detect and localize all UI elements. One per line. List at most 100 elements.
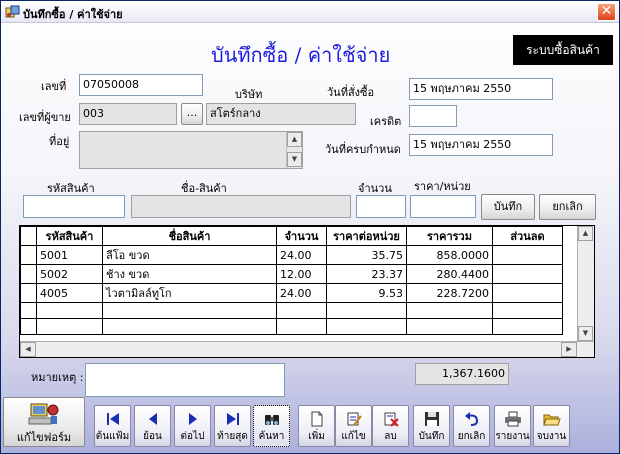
row-selector[interactable] — [20, 264, 37, 284]
scroll-right-icon[interactable]: ▶ — [561, 342, 577, 357]
cell-total[interactable]: 280.4400 — [406, 264, 493, 284]
row-selector[interactable] — [20, 318, 37, 335]
edit-document-icon — [347, 412, 362, 426]
search-button[interactable]: ค้นหา — [253, 405, 290, 447]
credit-field[interactable] — [409, 105, 457, 127]
col-header-qty[interactable]: จำนวน — [276, 226, 327, 246]
cell-unit-price[interactable]: 23.37 — [326, 264, 407, 284]
remarks-field[interactable] — [85, 363, 285, 397]
due-date-field[interactable]: 15 พฤษภาคม 2550 — [409, 134, 553, 156]
cell-qty[interactable]: 24.00 — [276, 245, 327, 265]
edit-form-button[interactable]: แก้ไขฟอร์ม — [3, 397, 85, 447]
exit-button[interactable]: จบงาน — [533, 405, 570, 447]
cell-code[interactable]: 5002 — [36, 264, 103, 284]
save-button[interactable]: บันทึก — [413, 405, 450, 447]
grid-horizontal-scrollbar[interactable]: ◀ ▶ — [20, 341, 594, 357]
col-header-unit-price[interactable]: ราคาต่อหน่วย — [326, 226, 407, 246]
cell-discount[interactable] — [492, 283, 563, 303]
previous-record-icon — [148, 413, 157, 425]
order-date-field[interactable]: 15 พฤษภาคม 2550 — [409, 78, 553, 100]
address-scrollbar[interactable]: ▲ ▼ — [286, 132, 302, 168]
scroll-down-icon[interactable]: ▼ — [287, 152, 302, 167]
total-amount: 1,367.1600 — [415, 363, 509, 385]
table-row[interactable]: 5001 ลีโอ ขวด 24.00 35.75 858.0000 — [20, 245, 563, 265]
edit-button[interactable]: แก้ไข — [335, 405, 372, 447]
scroll-up-icon[interactable]: ▲ — [578, 226, 593, 241]
computer-icon — [28, 403, 59, 425]
cancel-button[interactable]: ยกเลิก — [453, 405, 490, 447]
previous-record-label: ย้อน — [143, 431, 162, 442]
doc-no-field[interactable]: 07050008 — [79, 74, 203, 96]
items-table: รหัสสินค้า ชื่อสินค้า จำนวน ราคาต่อหน่วย… — [20, 226, 563, 335]
cell-qty[interactable] — [276, 318, 327, 335]
first-record-button[interactable]: ต้นแฟ้ม — [94, 405, 131, 447]
floppy-disk-icon — [424, 412, 439, 426]
qty-field[interactable] — [356, 195, 406, 218]
unit-price-field[interactable] — [410, 195, 476, 218]
entry-cancel-button[interactable]: ยกเลิก — [539, 194, 596, 220]
table-row[interactable] — [20, 318, 563, 335]
scroll-down-icon[interactable]: ▼ — [578, 326, 593, 341]
scroll-left-icon[interactable]: ◀ — [20, 342, 36, 357]
title-bar: บันทึกซื้อ / ค่าใช้จ่าย ✕ — [1, 1, 619, 23]
delete-label: ลบ — [384, 431, 397, 442]
cell-unit-price[interactable]: 35.75 — [326, 245, 407, 265]
scroll-up-icon[interactable]: ▲ — [287, 132, 302, 147]
cell-code[interactable] — [36, 302, 103, 319]
grid-header-row: รหัสสินค้า ชื่อสินค้า จำนวน ราคาต่อหน่วย… — [20, 226, 563, 246]
col-header-code[interactable]: รหัสสินค้า — [36, 226, 103, 246]
add-button[interactable]: เพิ่ม — [298, 405, 335, 447]
cell-total[interactable]: 858.0000 — [406, 245, 493, 265]
product-code-field[interactable] — [23, 195, 125, 218]
save-label: บันทึก — [418, 431, 445, 442]
cell-name[interactable]: ช้าง ขวด — [102, 264, 277, 284]
cell-total[interactable]: 228.7200 — [406, 283, 493, 303]
cell-code[interactable] — [36, 318, 103, 335]
items-grid[interactable]: รหัสสินค้า ชื่อสินค้า จำนวน ราคาต่อหน่วย… — [19, 225, 595, 358]
cell-discount[interactable] — [492, 264, 563, 284]
cell-discount[interactable] — [492, 318, 563, 335]
cell-total[interactable] — [406, 318, 493, 335]
cell-unit-price[interactable]: 9.53 — [326, 283, 407, 303]
row-selector[interactable] — [20, 302, 37, 319]
table-row[interactable] — [20, 302, 563, 319]
cell-name[interactable]: ลีโอ ขวด — [102, 245, 277, 265]
last-record-button[interactable]: ท้ายสุด — [214, 405, 251, 447]
previous-record-button[interactable]: ย้อน — [134, 405, 171, 447]
delete-button[interactable]: ลบ — [372, 405, 409, 447]
col-header-name[interactable]: ชื่อสินค้า — [102, 226, 277, 246]
cell-name[interactable] — [102, 302, 277, 319]
cell-unit-price[interactable] — [326, 302, 407, 319]
close-button[interactable]: ✕ — [597, 3, 616, 21]
report-button[interactable]: รายงาน — [494, 405, 531, 447]
cell-name[interactable]: ไวตามิลล์ทูโก — [102, 283, 277, 303]
vendor-no-field[interactable]: 003 — [79, 103, 177, 125]
table-row[interactable]: 5002 ช้าง ขวด 12.00 23.37 280.4400 — [20, 264, 563, 284]
cell-qty[interactable]: 24.00 — [276, 283, 327, 303]
cell-name[interactable] — [102, 318, 277, 335]
table-row[interactable]: 4005 ไวตามิลล์ทูโก 24.00 9.53 228.7200 — [20, 283, 563, 303]
cell-qty[interactable]: 12.00 — [276, 264, 327, 284]
product-name-field[interactable] — [131, 195, 351, 218]
first-record-icon — [106, 413, 119, 425]
vendor-name-field[interactable]: สโตร์กลาง — [206, 103, 356, 125]
row-selector[interactable] — [20, 283, 37, 303]
cell-discount[interactable] — [492, 245, 563, 265]
next-record-button[interactable]: ต่อไป — [174, 405, 211, 447]
new-document-icon — [311, 411, 322, 427]
grid-vertical-scrollbar[interactable]: ▲ ▼ — [577, 226, 594, 341]
col-header-discount[interactable]: ส่วนลด — [492, 226, 563, 246]
cell-code[interactable]: 5001 — [36, 245, 103, 265]
cell-discount[interactable] — [492, 302, 563, 319]
row-selector[interactable] — [20, 245, 37, 265]
address-field[interactable] — [79, 131, 303, 169]
vendor-lookup-button[interactable]: ... — [181, 103, 203, 125]
col-header-total[interactable]: ราคารวม — [406, 226, 493, 246]
undo-icon — [464, 412, 478, 426]
next-record-icon — [188, 413, 197, 425]
cell-total[interactable] — [406, 302, 493, 319]
cell-qty[interactable] — [276, 302, 327, 319]
cell-code[interactable]: 4005 — [36, 283, 103, 303]
entry-save-button[interactable]: บันทึก — [481, 194, 535, 220]
cell-unit-price[interactable] — [326, 318, 407, 335]
